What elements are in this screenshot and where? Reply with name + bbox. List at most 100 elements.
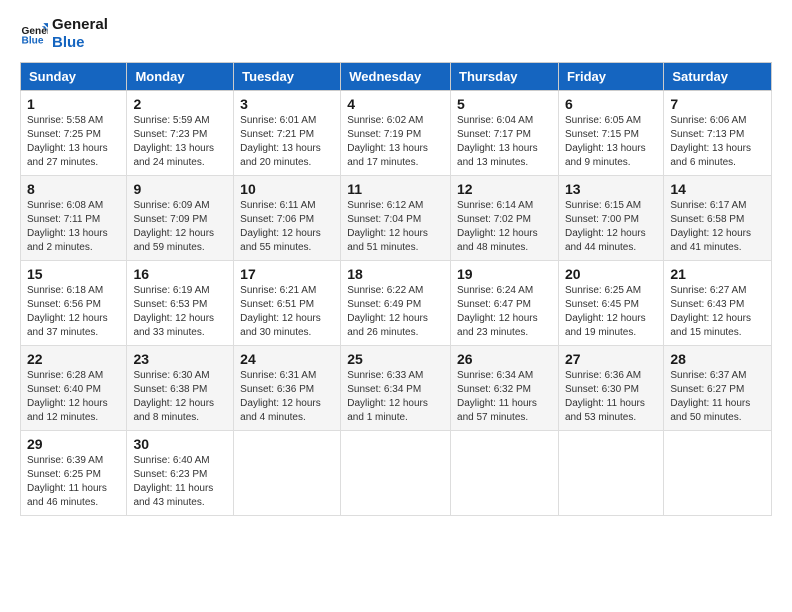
calendar-cell: 28 Sunrise: 6:37 AM Sunset: 6:27 PM Dayli… (664, 346, 772, 431)
logo: General Blue General Blue (20, 16, 108, 52)
day-number: 20 (565, 266, 657, 282)
calendar-cell: 24 Sunrise: 6:31 AM Sunset: 6:36 PM Dayli… (234, 346, 341, 431)
calendar-week-row: 29Sunrise: 6:39 AM Sunset: 6:25 PM Dayli… (21, 431, 772, 516)
calendar-cell: 9 Sunrise: 6:09 AM Sunset: 7:09 PM Daylig… (127, 176, 234, 261)
day-info: Sunrise: 6:24 AM Sunset: 6:47 PM Dayligh… (457, 284, 552, 340)
calendar-cell: 3 Sunrise: 6:01 AM Sunset: 7:21 PM Daylig… (234, 91, 341, 176)
day-number: 30 (133, 436, 227, 452)
calendar-cell: 2 Sunrise: 5:59 AM Sunset: 7:23 PM Daylig… (127, 91, 234, 176)
day-number: 11 (347, 181, 444, 197)
calendar-cell (234, 431, 341, 516)
day-info: Sunrise: 6:12 AM Sunset: 7:04 PM Dayligh… (347, 199, 444, 255)
calendar-cell: 10 Sunrise: 6:11 AM Sunset: 7:06 PM Dayli… (234, 176, 341, 261)
day-info: Sunrise: 6:33 AM Sunset: 6:34 PM Dayligh… (347, 369, 444, 425)
day-info: Sunrise: 6:11 AM Sunset: 7:06 PM Dayligh… (240, 199, 334, 255)
calendar-week-row: 8 Sunrise: 6:08 AM Sunset: 7:11 PM Daylig… (21, 176, 772, 261)
day-info: Sunrise: 6:06 AM Sunset: 7:13 PM Dayligh… (670, 114, 765, 170)
calendar-cell: 16 Sunrise: 6:19 AM Sunset: 6:53 PM Dayli… (127, 261, 234, 346)
day-info: Sunrise: 6:37 AM Sunset: 6:27 PM Dayligh… (670, 369, 765, 425)
calendar-cell: 23Sunrise: 6:30 AM Sunset: 6:38 PM Dayli… (127, 346, 234, 431)
weekday-header: Thursday (451, 63, 559, 91)
day-number: 16 (133, 266, 227, 282)
logo-icon: General Blue (20, 20, 48, 48)
day-info: Sunrise: 6:05 AM Sunset: 7:15 PM Dayligh… (565, 114, 657, 170)
calendar-week-row: 1 Sunrise: 5:58 AM Sunset: 7:25 PM Daylig… (21, 91, 772, 176)
day-number: 23 (133, 351, 227, 367)
day-info: Sunrise: 6:21 AM Sunset: 6:51 PM Dayligh… (240, 284, 334, 340)
calendar-cell: 4Sunrise: 6:02 AM Sunset: 7:19 PM Daylig… (341, 91, 451, 176)
logo-text-blue: Blue (52, 34, 108, 52)
calendar-cell (558, 431, 663, 516)
logo-text-general: General (52, 16, 108, 34)
day-number: 22 (27, 351, 120, 367)
calendar-cell (341, 431, 451, 516)
day-info: Sunrise: 6:25 AM Sunset: 6:45 PM Dayligh… (565, 284, 657, 340)
day-number: 9 (133, 181, 227, 197)
weekday-header: Tuesday (234, 63, 341, 91)
weekday-header: Friday (558, 63, 663, 91)
calendar-cell: 1 Sunrise: 5:58 AM Sunset: 7:25 PM Daylig… (21, 91, 127, 176)
day-info: Sunrise: 6:08 AM Sunset: 7:11 PM Dayligh… (27, 199, 120, 255)
day-number: 17 (240, 266, 334, 282)
weekday-header: Saturday (664, 63, 772, 91)
calendar-cell: 30 Sunrise: 6:40 AM Sunset: 6:23 PM Dayli… (127, 431, 234, 516)
day-number: 13 (565, 181, 657, 197)
calendar-cell: 17 Sunrise: 6:21 AM Sunset: 6:51 PM Dayli… (234, 261, 341, 346)
day-number: 4 (347, 96, 444, 112)
day-info: Sunrise: 6:40 AM Sunset: 6:23 PM Dayligh… (133, 454, 227, 510)
calendar-table: SundayMondayTuesdayWednesdayThursdayFrid… (20, 62, 772, 516)
calendar-cell: 22 Sunrise: 6:28 AM Sunset: 6:40 PM Dayli… (21, 346, 127, 431)
day-number: 7 (670, 96, 765, 112)
calendar-cell: 18 Sunrise: 6:22 AM Sunset: 6:49 PM Dayli… (341, 261, 451, 346)
day-info: Sunrise: 5:58 AM Sunset: 7:25 PM Dayligh… (27, 114, 120, 170)
day-number: 18 (347, 266, 444, 282)
day-info: Sunrise: 6:27 AM Sunset: 6:43 PM Dayligh… (670, 284, 765, 340)
calendar-cell: 21 Sunrise: 6:27 AM Sunset: 6:43 PM Dayli… (664, 261, 772, 346)
day-number: 10 (240, 181, 334, 197)
calendar-cell: 12Sunrise: 6:14 AM Sunset: 7:02 PM Dayli… (451, 176, 559, 261)
calendar-cell (664, 431, 772, 516)
day-number: 5 (457, 96, 552, 112)
day-number: 28 (670, 351, 765, 367)
day-number: 21 (670, 266, 765, 282)
day-number: 19 (457, 266, 552, 282)
day-number: 15 (27, 266, 120, 282)
day-info: Sunrise: 6:28 AM Sunset: 6:40 PM Dayligh… (27, 369, 120, 425)
page-container: General Blue General Blue SundayMondayTu… (0, 0, 792, 526)
day-info: Sunrise: 5:59 AM Sunset: 7:23 PM Dayligh… (133, 114, 227, 170)
day-info: Sunrise: 6:14 AM Sunset: 7:02 PM Dayligh… (457, 199, 552, 255)
calendar-cell: 19 Sunrise: 6:24 AM Sunset: 6:47 PM Dayli… (451, 261, 559, 346)
calendar-cell: 15 Sunrise: 6:18 AM Sunset: 6:56 PM Dayli… (21, 261, 127, 346)
calendar-cell (451, 431, 559, 516)
day-number: 27 (565, 351, 657, 367)
day-info: Sunrise: 6:01 AM Sunset: 7:21 PM Dayligh… (240, 114, 334, 170)
calendar-cell: 26Sunrise: 6:34 AM Sunset: 6:32 PM Dayli… (451, 346, 559, 431)
day-number: 14 (670, 181, 765, 197)
calendar-cell: 8 Sunrise: 6:08 AM Sunset: 7:11 PM Daylig… (21, 176, 127, 261)
day-info: Sunrise: 6:17 AM Sunset: 6:58 PM Dayligh… (670, 199, 765, 255)
day-number: 1 (27, 96, 120, 112)
svg-text:Blue: Blue (22, 35, 44, 46)
calendar-cell: 7 Sunrise: 6:06 AM Sunset: 7:13 PM Daylig… (664, 91, 772, 176)
day-info: Sunrise: 6:09 AM Sunset: 7:09 PM Dayligh… (133, 199, 227, 255)
day-info: Sunrise: 6:22 AM Sunset: 6:49 PM Dayligh… (347, 284, 444, 340)
day-info: Sunrise: 6:36 AM Sunset: 6:30 PM Dayligh… (565, 369, 657, 425)
calendar-cell: 6 Sunrise: 6:05 AM Sunset: 7:15 PM Daylig… (558, 91, 663, 176)
weekday-header: Wednesday (341, 63, 451, 91)
weekday-header: Monday (127, 63, 234, 91)
day-info: Sunrise: 6:18 AM Sunset: 6:56 PM Dayligh… (27, 284, 120, 340)
day-number: 8 (27, 181, 120, 197)
day-info: Sunrise: 6:04 AM Sunset: 7:17 PM Dayligh… (457, 114, 552, 170)
day-number: 3 (240, 96, 334, 112)
day-number: 2 (133, 96, 227, 112)
weekday-header: Sunday (21, 63, 127, 91)
calendar-week-row: 22 Sunrise: 6:28 AM Sunset: 6:40 PM Dayli… (21, 346, 772, 431)
calendar-cell: 20 Sunrise: 6:25 AM Sunset: 6:45 PM Dayli… (558, 261, 663, 346)
day-info: Sunrise: 6:19 AM Sunset: 6:53 PM Dayligh… (133, 284, 227, 340)
day-number: 6 (565, 96, 657, 112)
day-number: 24 (240, 351, 334, 367)
calendar-cell: 5 Sunrise: 6:04 AM Sunset: 7:17 PM Daylig… (451, 91, 559, 176)
day-info: Sunrise: 6:31 AM Sunset: 6:36 PM Dayligh… (240, 369, 334, 425)
calendar-cell: 11 Sunrise: 6:12 AM Sunset: 7:04 PM Dayli… (341, 176, 451, 261)
day-number: 26 (457, 351, 552, 367)
